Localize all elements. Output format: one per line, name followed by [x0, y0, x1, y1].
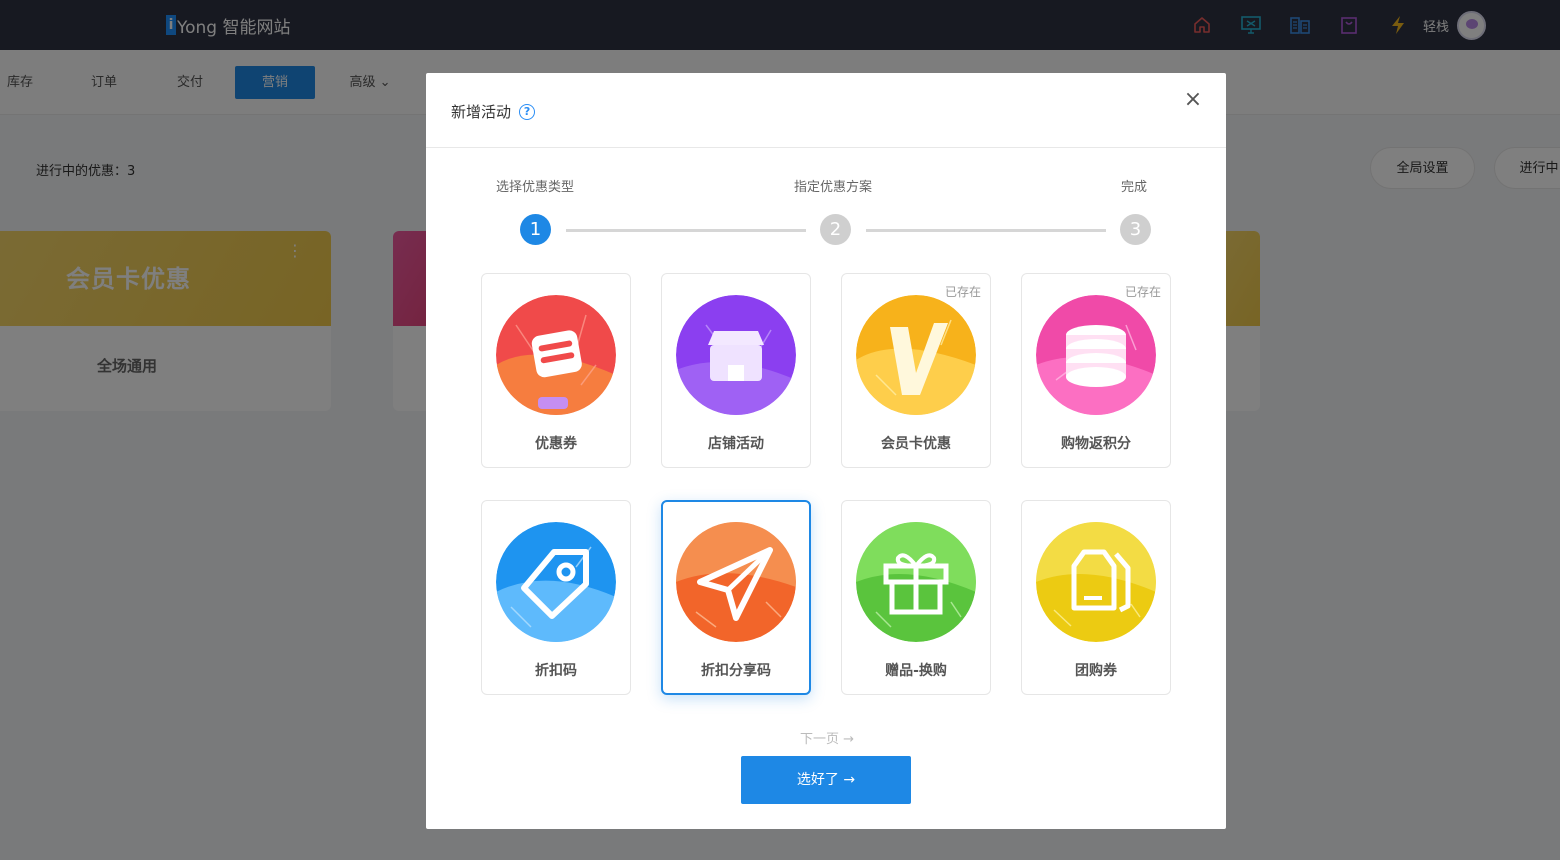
tile-label: 优惠券 [535, 436, 577, 452]
step-label-3: 完成 [1121, 180, 1148, 195]
tile-shopping-points[interactable]: 已存在 购物返积分 [1021, 273, 1171, 468]
step-label-2: 指定优惠方案 [794, 180, 873, 195]
tile-discount-share-code[interactable]: 折扣分享码 [661, 500, 811, 695]
step-circle-2: 2 [820, 214, 851, 245]
paper-plane-icon [676, 522, 796, 642]
tile-label: 折扣分享码 [701, 663, 771, 679]
close-icon[interactable]: × [1183, 89, 1203, 111]
tile-vip-card[interactable]: 已存在 会员卡优惠 [841, 273, 991, 468]
gift-icon [856, 522, 976, 642]
step-connector-2 [866, 229, 1106, 232]
tile-store-activity[interactable]: 店铺活动 [661, 273, 811, 468]
points-icon [1036, 295, 1156, 415]
tile-label: 团购券 [1075, 663, 1117, 679]
help-icon[interactable]: ? [519, 103, 536, 120]
tile-group-ticket[interactable]: 团购券 [1021, 500, 1171, 695]
tile-label: 赠品-换购 [885, 663, 947, 679]
tile-label: 店铺活动 [708, 436, 764, 452]
tile-coupon[interactable]: 优惠券 [481, 273, 631, 468]
tag-icon [496, 522, 616, 642]
group-ticket-icon [1036, 522, 1156, 642]
tile-label: 购物返积分 [1061, 436, 1131, 452]
tile-badge: 已存在 [1124, 285, 1161, 299]
modal-title: 新增活动 ? [451, 101, 536, 122]
modal-title-text: 新增活动 [451, 103, 512, 121]
coupon-icon [496, 295, 616, 415]
step-label-1: 选择优惠类型 [496, 180, 575, 195]
tile-badge: 已存在 [944, 285, 981, 299]
tile-label: 折扣码 [535, 663, 577, 679]
modal-header: 新增活动 ? × [426, 73, 1226, 148]
step-circle-3: 3 [1120, 214, 1151, 245]
tile-gift-exchange[interactable]: 赠品-换购 [841, 500, 991, 695]
confirm-button[interactable]: 选好了 → [741, 756, 911, 804]
vip-icon [856, 295, 976, 415]
step-circle-1: 1 [520, 214, 551, 245]
store-icon [676, 295, 796, 415]
next-page-link[interactable]: 下一页 → [800, 728, 854, 747]
tile-label: 会员卡优惠 [881, 436, 951, 452]
step-connector-1 [566, 229, 806, 232]
tile-discount-code[interactable]: 折扣码 [481, 500, 631, 695]
new-activity-modal: 新增活动 ? × 选择优惠类型 指定优惠方案 完成 1 2 3 优惠券 店铺活动… [426, 73, 1226, 829]
